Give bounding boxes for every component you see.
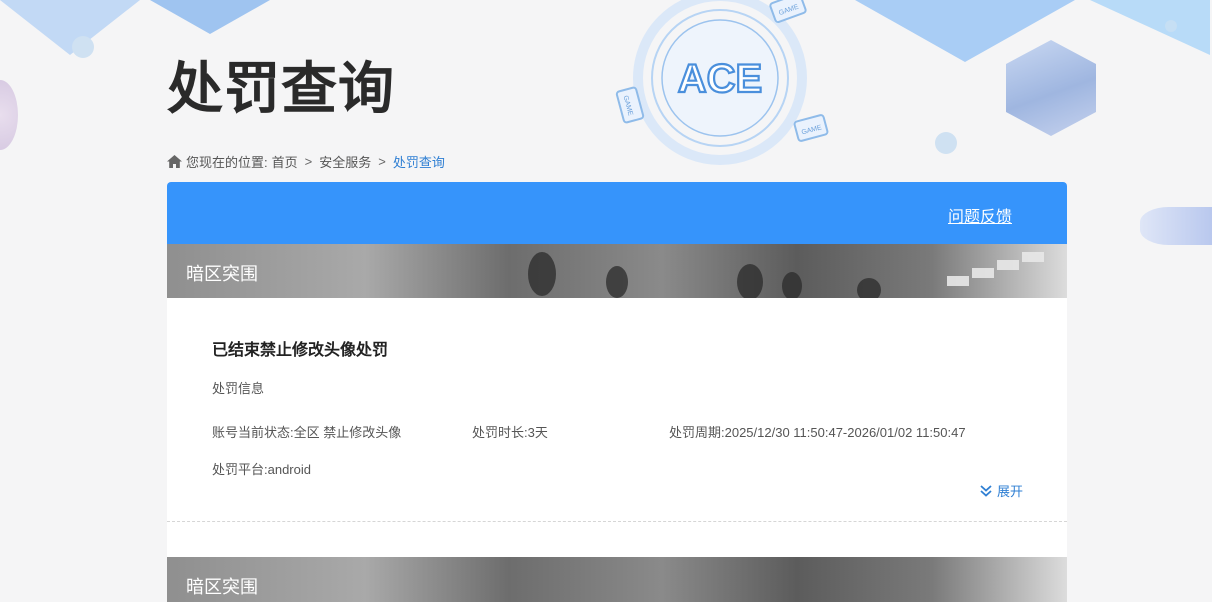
game-banner-artwork	[528, 252, 1044, 298]
game-banner: 暗区突围	[167, 557, 1067, 602]
expand-button[interactable]: 展开	[979, 481, 1023, 500]
character-hexagon-image	[1006, 40, 1096, 136]
breadcrumb: 您现在的位置: 首页 > 安全服务 > 处罚查询	[167, 152, 445, 171]
record-status: 账号当前状态:全区 禁止修改头像	[212, 425, 402, 440]
decor-triangle	[1090, 0, 1210, 55]
svg-text:GAME: GAME	[801, 124, 823, 136]
decor-dot	[72, 36, 94, 58]
record-period: 处罚周期:2025/12/30 11:50:47-2026/01/02 11:5…	[669, 425, 966, 440]
double-chevron-down-icon	[980, 484, 992, 497]
ace-emblem-logo: ACE GAME GAME GAME	[615, 0, 829, 165]
breadcrumb-separator: >	[378, 154, 386, 169]
expand-label: 展开	[996, 484, 1023, 499]
record-title: 已结束禁止修改头像处罚	[212, 342, 389, 359]
record-duration: 处罚时长:3天	[472, 425, 548, 440]
record-info-label: 处罚信息	[212, 381, 265, 396]
svg-text:GAME: GAME	[622, 95, 634, 117]
breadcrumb-prefix: 您现在的位置:	[186, 155, 268, 170]
record-platform: 处罚平台:android	[212, 462, 311, 477]
svg-text:GAME: GAME	[778, 3, 800, 17]
punishment-panel: 问题反馈 暗区突围 已结束禁止修改头像处罚 处罚信息 账号当前状态:全区 禁止修…	[167, 182, 1067, 602]
decor-triangle	[855, 0, 1075, 62]
breadcrumb-separator: >	[304, 154, 313, 169]
game-name: 暗区突围	[186, 577, 258, 597]
feedback-link[interactable]: 问题反馈	[948, 203, 1012, 227]
panel-header: 问题反馈	[167, 182, 1067, 244]
character-side-image	[1140, 207, 1212, 245]
decor-triangle	[0, 0, 140, 55]
decor-triangle	[150, 0, 270, 34]
game-banner: 暗区突围	[167, 244, 1067, 298]
decor-dot	[935, 132, 957, 154]
punishment-record: 已结束禁止修改头像处罚 处罚信息 账号当前状态:全区 禁止修改头像 处罚时长:3…	[167, 298, 1067, 522]
breadcrumb-current: 处罚查询	[392, 155, 445, 170]
breadcrumb-home-link[interactable]: 首页	[272, 152, 298, 171]
home-icon	[167, 155, 182, 168]
page-title: 处罚查询	[167, 57, 395, 120]
svg-text:ACE: ACE	[678, 57, 762, 101]
game-name: 暗区突围	[186, 264, 258, 284]
breadcrumb-security-link[interactable]: 安全服务	[319, 152, 371, 171]
decor-flower	[0, 80, 18, 150]
decor-dot	[1165, 20, 1177, 32]
